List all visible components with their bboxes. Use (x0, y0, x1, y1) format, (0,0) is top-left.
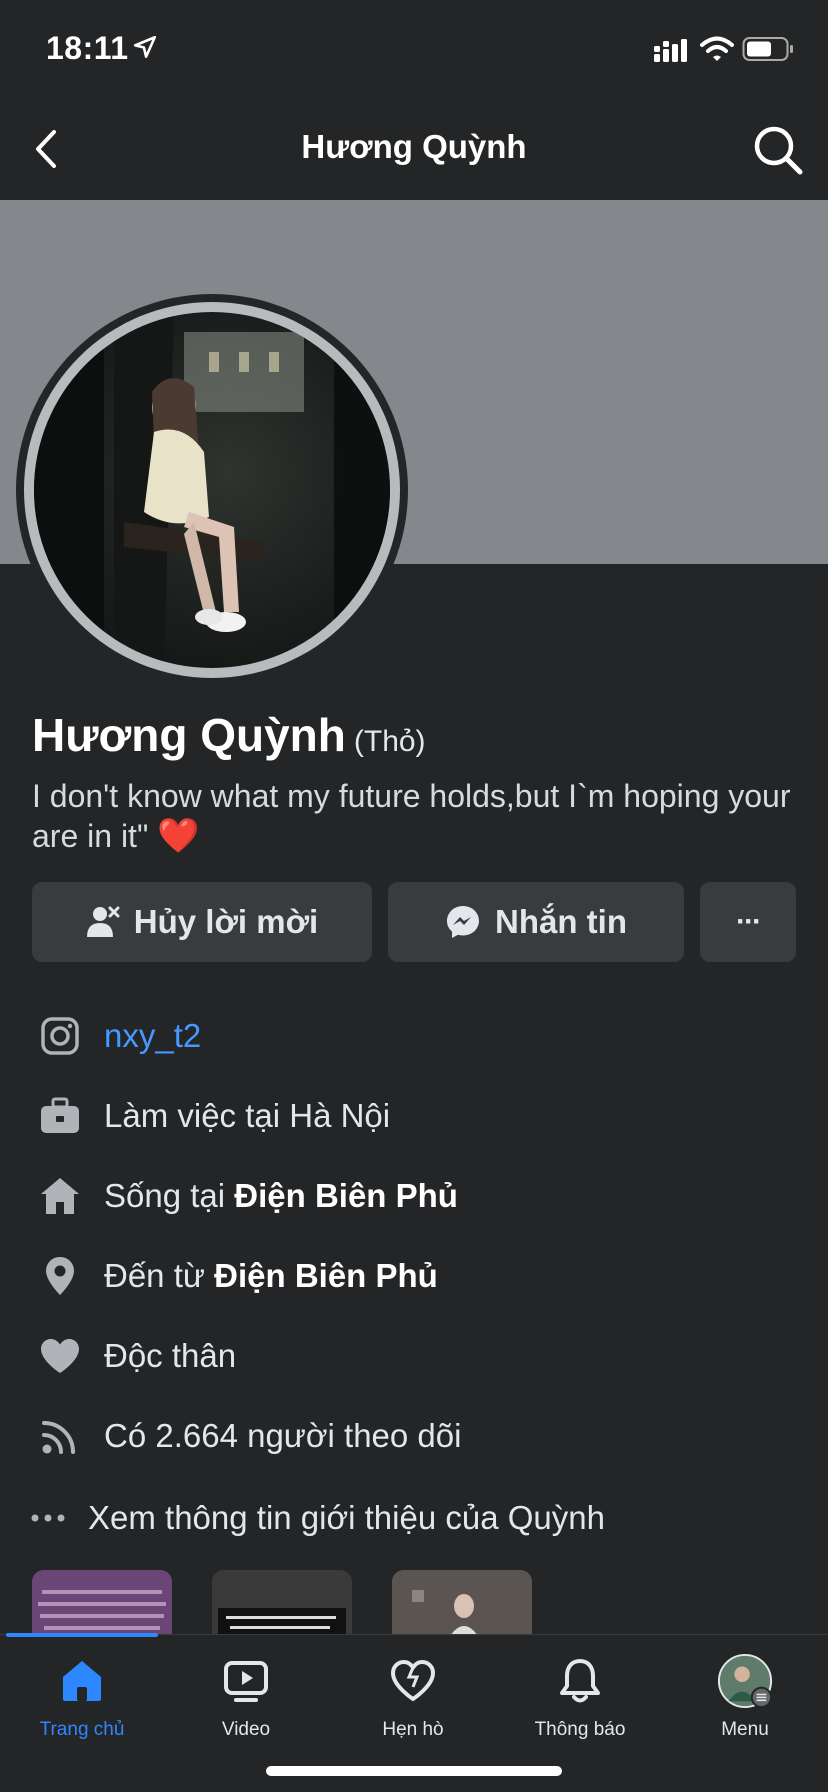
nav-video[interactable]: Video (176, 1653, 316, 1753)
info-from: Đến từ Điện Biên Phủ (32, 1246, 438, 1306)
nav-dating[interactable]: Hẹn hò (343, 1653, 483, 1753)
nav-dating-label: Hẹn hò (382, 1719, 444, 1740)
relationship-text: Độc thân (104, 1337, 237, 1374)
status-time: 18:11 (46, 30, 129, 66)
from-prefix: Đến từ (104, 1257, 215, 1294)
info-relationship: Độc thân (32, 1326, 236, 1386)
battery-icon (742, 37, 793, 61)
info-followers[interactable]: Có 2.664 người theo dõi (32, 1406, 461, 1466)
instagram-link[interactable]: nxy_t2 (104, 1017, 201, 1055)
cancel-friend-request-button[interactable]: Hủy lời mời (32, 882, 372, 962)
nav-home-label: Trang chủ (39, 1719, 125, 1740)
location-arrow-icon (133, 35, 157, 59)
lives-prefix: Sống tại (104, 1177, 235, 1214)
nav-notifications[interactable]: Thông báo (510, 1653, 650, 1753)
user-cancel-icon (86, 906, 120, 937)
message-button[interactable]: Nhắn tin (388, 882, 684, 962)
menu-avatar (717, 1653, 773, 1709)
home-icon (54, 1653, 110, 1709)
ellipsis-icon (24, 1513, 72, 1523)
instagram-icon (32, 1008, 88, 1064)
message-label: Nhắn tin (495, 903, 627, 940)
profile-name: Hương Quỳnh (Thỏ) (32, 708, 426, 762)
messenger-icon (447, 906, 479, 938)
page-title: Hương Quỳnh (301, 128, 527, 165)
active-tab-indicator (6, 1633, 158, 1637)
home-indicator[interactable] (266, 1766, 562, 1776)
dating-heart-icon (385, 1653, 441, 1709)
profile-name-text: Hương Quỳnh (32, 709, 346, 761)
home-icon (32, 1168, 88, 1224)
profile-photo-image (34, 312, 390, 668)
featured-thumbnail[interactable] (392, 1570, 532, 1636)
info-work: Làm việc tại Hà Nội (32, 1086, 390, 1146)
status-bar: 18:11 (0, 0, 828, 100)
work-text: Làm việc tại Hà Nội (104, 1097, 391, 1134)
cellular-signal-icon (654, 39, 687, 62)
featured-thumbnail-image (392, 1570, 532, 1636)
bell-icon (552, 1653, 608, 1709)
more-options-button[interactable]: ··· (700, 882, 796, 962)
lives-place-link[interactable]: Điện Biên Phủ (234, 1177, 458, 1215)
see-about-link[interactable]: Xem thông tin giới thiệu của Quỳnh (24, 1488, 605, 1548)
location-pin-icon (32, 1248, 88, 1304)
profile-bio-text: I don't know what my future holds,but I`… (32, 778, 791, 854)
featured-thumbnail[interactable] (32, 1570, 172, 1636)
info-lives: Sống tại Điện Biên Phủ (32, 1166, 458, 1226)
more-dots-icon: ··· (736, 905, 762, 938)
nav-home[interactable]: Trang chủ (12, 1653, 152, 1753)
profile-nickname: (Thỏ) (353, 725, 426, 758)
profile-photo[interactable] (34, 312, 390, 668)
featured-thumbnail-image (212, 1570, 352, 1636)
profile-bio: I don't know what my future holds,but I`… (32, 776, 802, 856)
nav-notifications-label: Thông báo (534, 1719, 626, 1740)
featured-thumbnail[interactable] (212, 1570, 352, 1636)
heart-icon (32, 1328, 88, 1384)
nav-menu[interactable]: Menu (675, 1653, 815, 1753)
avatar[interactable] (16, 294, 408, 686)
heart-emoji: ❤️ (157, 817, 200, 855)
cancel-friend-request-label: Hủy lời mời (133, 903, 319, 940)
nav-menu-label: Menu (721, 1719, 769, 1740)
see-about-text: Xem thông tin giới thiệu của Quỳnh (88, 1499, 605, 1536)
top-header: Hương Quỳnh (0, 100, 828, 200)
search-icon[interactable] (752, 124, 804, 176)
rss-followers-icon (32, 1408, 88, 1464)
briefcase-icon (32, 1088, 88, 1144)
video-icon (218, 1653, 274, 1709)
followers-text: Có 2.664 người theo dõi (104, 1417, 462, 1454)
wifi-icon (700, 36, 734, 61)
from-place-link[interactable]: Điện Biên Phủ (214, 1257, 438, 1295)
featured-thumbnail-image (32, 1570, 172, 1636)
info-instagram[interactable]: nxy_t2 (32, 1006, 201, 1066)
nav-video-label: Video (221, 1719, 271, 1740)
